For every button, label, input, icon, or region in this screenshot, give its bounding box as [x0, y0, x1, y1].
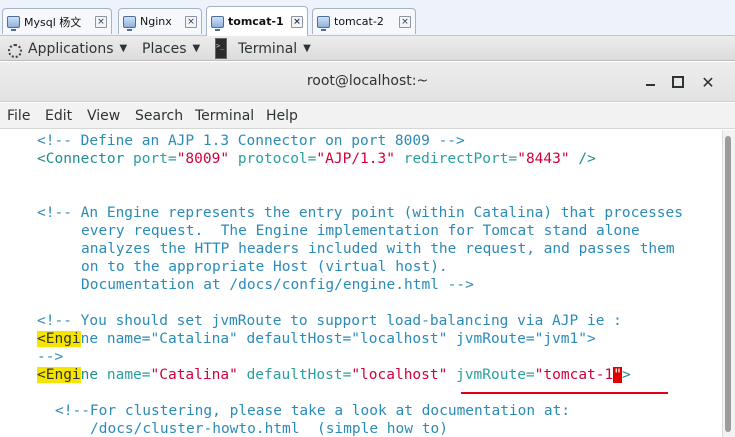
terminal-app-icon: [215, 38, 227, 59]
tab-label: tomcat-1: [228, 15, 284, 28]
chevron-down-icon: ▼: [303, 43, 311, 54]
vm-icon: [7, 15, 20, 31]
chevron-down-icon: ▼: [119, 43, 128, 54]
tab-tomcat-2[interactable]: tomcat-2 ×: [312, 8, 416, 34]
vm-icon: [317, 15, 330, 31]
vm-tab-strip: Mysql 杨文 × Nginx × tomcat-1 × tomcat-2 ×: [0, 0, 735, 36]
applications-menu[interactable]: Applications ▼: [6, 39, 127, 58]
menu-terminal[interactable]: Terminal: [195, 108, 254, 124]
menu-edit[interactable]: Edit: [45, 108, 72, 124]
window-titlebar: root@localhost:~ ✕: [0, 62, 735, 102]
config-line: <!--For clustering, please take a look a…: [55, 403, 571, 419]
tab-tomcat-1[interactable]: tomcat-1 ×: [206, 6, 308, 36]
maximize-icon[interactable]: [668, 72, 688, 92]
terminal-app-menu[interactable]: Terminal ▼: [238, 39, 311, 58]
terminal-app-label: Terminal: [238, 40, 298, 57]
gnome-foot-icon: [6, 42, 22, 58]
config-line: every request. The Engine implementation…: [81, 223, 640, 239]
config-line: analyzes the HTTP headers included with …: [81, 241, 675, 257]
vm-icon: [123, 15, 136, 31]
config-line: -->: [37, 349, 64, 365]
config-line: on to the appropriate Host (virtual host…: [81, 259, 448, 275]
text-cursor: ": [613, 367, 622, 383]
vm-icon: [211, 15, 224, 31]
config-line: <Connector port="8009" protocol="AJP/1.3…: [37, 151, 596, 167]
tab-nginx[interactable]: Nginx ×: [118, 8, 202, 34]
applications-label: Applications: [28, 40, 114, 57]
config-line: /docs/cluster-howto.html (simple how to): [90, 421, 448, 437]
config-line: <!-- Define an AJP 1.3 Connector on port…: [37, 133, 465, 149]
terminal-menubar: File Edit View Search Terminal Help: [0, 103, 735, 129]
close-icon[interactable]: ✕: [698, 72, 718, 92]
config-line: <!-- An Engine represents the entry poin…: [37, 205, 684, 221]
config-line: <Engine name="Catalina" defaultHost="loc…: [37, 331, 596, 347]
places-menu[interactable]: Places ▼: [142, 39, 200, 58]
config-line: Documentation at /docs/config/engine.htm…: [81, 277, 474, 293]
close-icon[interactable]: ×: [95, 15, 107, 28]
scrollbar-thumb[interactable]: [725, 136, 731, 432]
menu-search[interactable]: Search: [135, 108, 183, 124]
terminal-output[interactable]: <!-- Define an AJP 1.3 Connector on port…: [0, 130, 722, 437]
tab-label: Mysql 杨文: [24, 15, 82, 29]
tab-label: tomcat-2: [334, 15, 384, 28]
config-line-jvmroute: <Engine name="Catalina" defaultHost="loc…: [37, 367, 631, 383]
close-icon[interactable]: ×: [399, 15, 411, 28]
menu-help[interactable]: Help: [266, 108, 298, 124]
tab-mysql[interactable]: Mysql 杨文 ×: [2, 8, 112, 34]
menu-view[interactable]: View: [87, 108, 120, 124]
close-icon[interactable]: ×: [185, 15, 197, 28]
tab-label: Nginx: [140, 15, 172, 28]
annotation-underline: [461, 392, 668, 394]
menu-file[interactable]: File: [7, 108, 30, 124]
config-line: <!-- You should set jvmRoute to support …: [37, 313, 622, 329]
places-label: Places: [142, 40, 187, 57]
window-title: root@localhost:~: [306, 73, 429, 89]
chevron-down-icon: ▼: [192, 43, 201, 54]
minimize-icon[interactable]: [640, 72, 660, 92]
close-icon[interactable]: ×: [291, 15, 303, 28]
